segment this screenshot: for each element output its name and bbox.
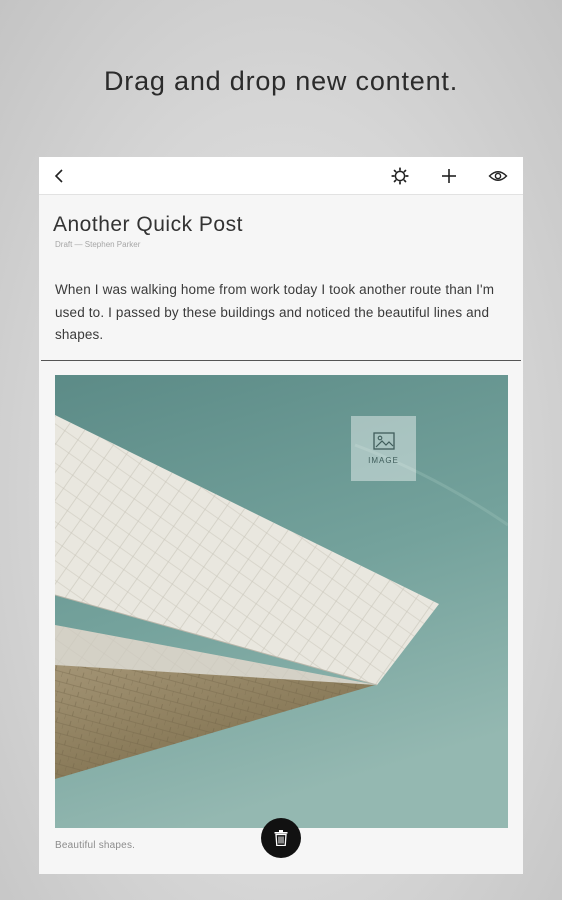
- add-content-button[interactable]: [438, 165, 460, 187]
- headline: Drag and drop new content.: [103, 66, 458, 96]
- back-button[interactable]: [48, 165, 70, 187]
- image-drop-chip[interactable]: IMAGE: [351, 416, 416, 481]
- preview-button[interactable]: [486, 165, 510, 187]
- post-editor-card: Another Quick Post Draft — Stephen Parke…: [39, 157, 523, 874]
- image-block[interactable]: IMAGE: [55, 375, 508, 828]
- eye-icon: [488, 171, 508, 181]
- drop-indicator-divider: [41, 360, 521, 361]
- delete-block-button[interactable]: [261, 818, 301, 858]
- image-chip-label: IMAGE: [368, 456, 399, 465]
- post-title[interactable]: Another Quick Post: [53, 213, 243, 237]
- image-icon: [372, 432, 395, 450]
- plus-icon: [442, 169, 456, 183]
- trash-icon: [274, 830, 288, 846]
- settings-button[interactable]: [389, 165, 411, 187]
- post-meta: Draft — Stephen Parker: [55, 240, 141, 249]
- editor-toolbar: [39, 157, 523, 195]
- post-body-text[interactable]: When I was walking home from work today …: [55, 279, 503, 347]
- image-caption[interactable]: Beautiful shapes.: [55, 840, 135, 851]
- chevron-left-icon: [54, 169, 63, 183]
- building-photo: [55, 375, 508, 828]
- gear-icon: [391, 167, 409, 185]
